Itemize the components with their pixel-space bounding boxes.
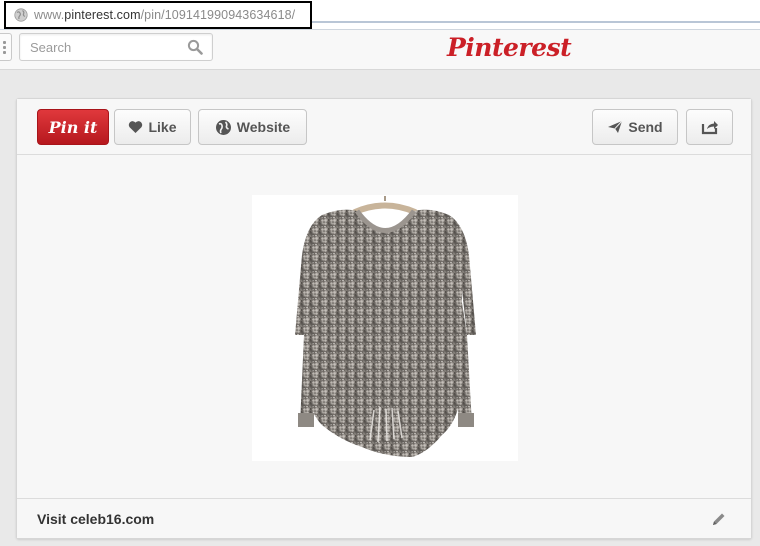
url-domain: pinterest.com xyxy=(64,8,141,22)
search-icon[interactable] xyxy=(187,39,203,55)
search-box xyxy=(19,33,213,61)
pin-image[interactable] xyxy=(252,195,518,461)
url-field[interactable]: www.pinterest.com/pin/109141990943634618… xyxy=(4,1,312,29)
pin-footer: Visit celeb16.com xyxy=(17,498,751,538)
pin-it-label: Pin it xyxy=(48,117,98,137)
globe-icon xyxy=(14,8,28,22)
website-label: Website xyxy=(236,119,291,135)
url-text: www.pinterest.com/pin/109141990943634618… xyxy=(34,8,295,22)
pin-toolbar: Pin it Like Website Send xyxy=(17,99,751,155)
search-input[interactable] xyxy=(20,34,180,60)
pin-card: Pin it Like Website Send Visit celeb16.c… xyxy=(16,98,752,539)
paper-plane-icon xyxy=(608,120,623,133)
pin-it-button[interactable]: Pin it xyxy=(37,109,109,145)
share-icon xyxy=(701,121,718,135)
website-button[interactable]: Website xyxy=(198,109,307,145)
heart-icon xyxy=(129,121,143,133)
pin-image-area xyxy=(17,155,751,500)
menu-icon[interactable] xyxy=(0,33,12,61)
send-label: Send xyxy=(628,119,663,135)
globe-icon xyxy=(215,119,231,135)
share-button[interactable] xyxy=(686,109,733,145)
like-button[interactable]: Like xyxy=(114,109,191,145)
visit-site-link[interactable]: Visit celeb16.com xyxy=(37,511,154,527)
send-button[interactable]: Send xyxy=(592,109,678,145)
sweater-image xyxy=(295,196,476,457)
pinterest-logo[interactable]: Pinterest xyxy=(447,33,572,62)
url-path: /pin/109141990943634618/ xyxy=(140,8,296,22)
like-label: Like xyxy=(148,119,177,135)
address-bar-edge xyxy=(312,21,760,23)
browser-address-bar-row: www.pinterest.com/pin/109141990943634618… xyxy=(0,0,760,30)
site-header: Pinterest xyxy=(0,30,760,70)
url-prefix: www. xyxy=(34,8,65,22)
pencil-icon[interactable] xyxy=(711,511,727,527)
